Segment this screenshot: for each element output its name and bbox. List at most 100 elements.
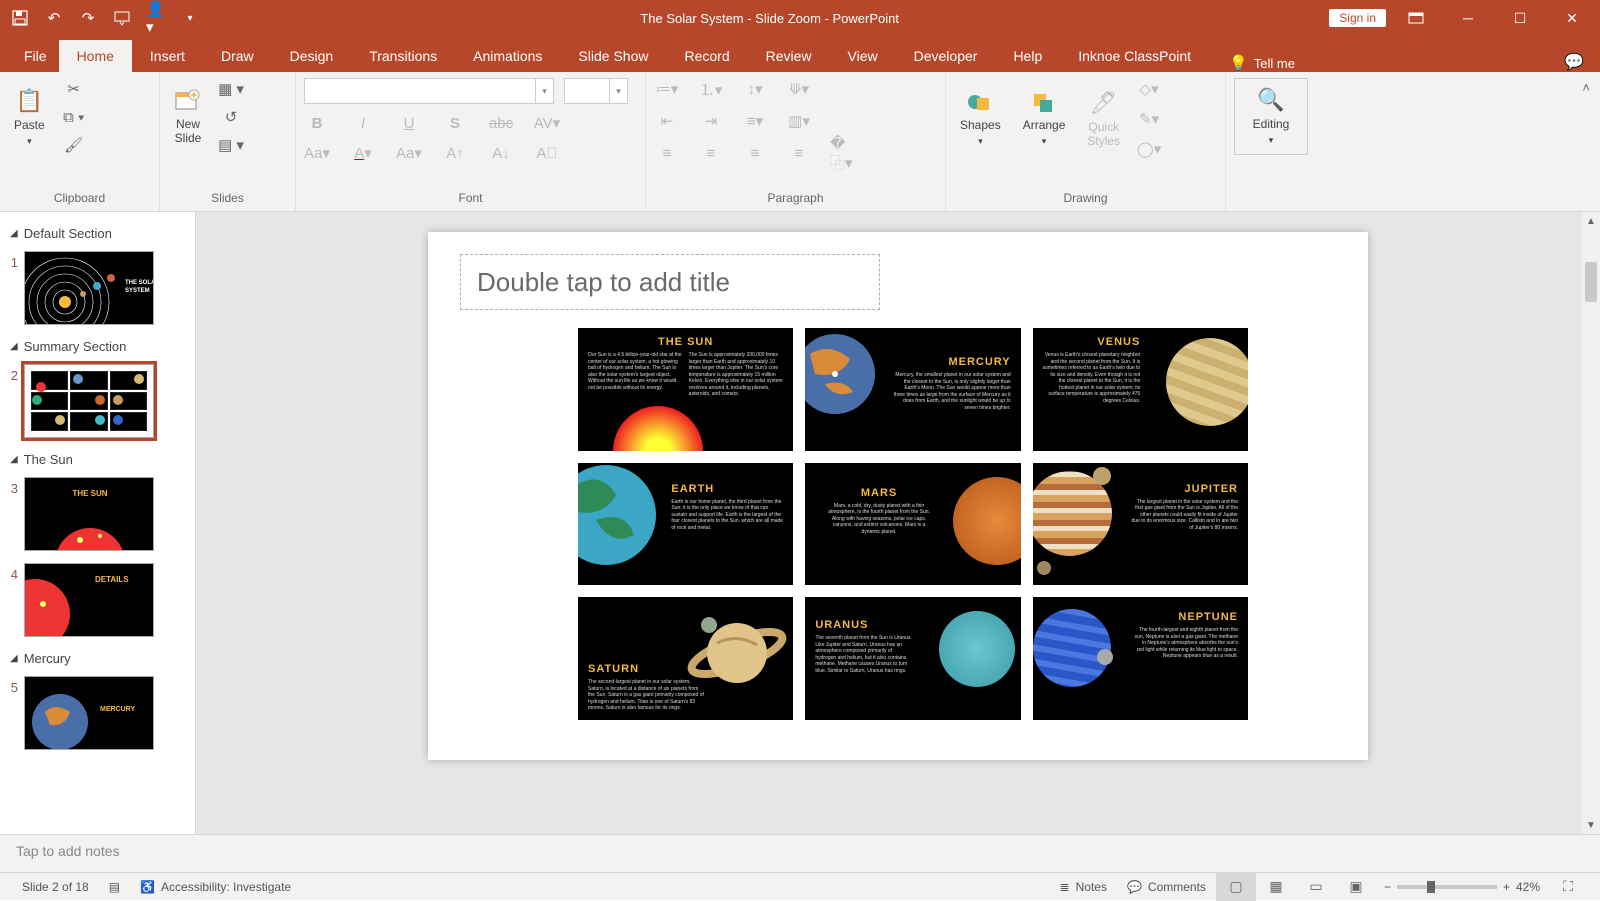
minimize-icon[interactable]: ─ bbox=[1446, 0, 1490, 36]
tab-animations[interactable]: Animations bbox=[455, 40, 560, 72]
reset-icon[interactable]: ↺ bbox=[218, 106, 244, 128]
slide-indicator[interactable]: Slide 2 of 18 bbox=[12, 880, 99, 894]
font-color-icon[interactable]: A▾ bbox=[350, 142, 376, 164]
bold-icon[interactable]: B bbox=[304, 112, 330, 134]
justify-icon[interactable]: ≡ bbox=[786, 142, 812, 164]
slide-thumbnails-pane[interactable]: ◢Default Section 1 THE SOLARSYSTEM ◢Summ… bbox=[0, 212, 196, 834]
maximize-icon[interactable]: ☐ bbox=[1498, 0, 1542, 36]
zoom-card-neptune[interactable]: NEPTUNE The fourth-largest and eighth pl… bbox=[1033, 597, 1248, 720]
copy-icon[interactable]: ⧉ ▾ bbox=[61, 106, 87, 128]
undo-icon[interactable]: ↶ bbox=[44, 8, 64, 28]
tab-review[interactable]: Review bbox=[748, 40, 830, 72]
notes-button[interactable]: ≣Notes bbox=[1050, 880, 1117, 894]
section-mercury[interactable]: ◢Mercury bbox=[0, 645, 195, 672]
align-right-icon[interactable]: ≡ bbox=[742, 142, 768, 164]
clear-format-icon[interactable]: A⃠ bbox=[534, 142, 560, 164]
quick-styles-button[interactable]: 🖊Quick Styles bbox=[1081, 86, 1126, 152]
new-slide-button[interactable]: New Slide bbox=[168, 85, 208, 149]
section-icon[interactable]: ▤ ▾ bbox=[218, 134, 244, 156]
slide-thumbnail[interactable]: THE SOLARSYSTEM bbox=[24, 251, 154, 325]
qat-more-icon[interactable]: ▾ bbox=[180, 8, 200, 28]
tell-me[interactable]: 💡Tell me bbox=[1229, 54, 1295, 72]
comments-pane-icon[interactable]: 💬 bbox=[1548, 52, 1600, 72]
font-size-input[interactable]: ▾ bbox=[564, 78, 628, 104]
chevron-down-icon[interactable]: ▾ bbox=[535, 79, 553, 103]
tab-help[interactable]: Help bbox=[995, 40, 1060, 72]
zoom-card-venus[interactable]: VENUS Venus is Earth's closest planetary… bbox=[1033, 328, 1248, 451]
thumbnail-3[interactable]: 3 THE SUN bbox=[0, 473, 195, 559]
notes-pane[interactable]: Tap to add notes bbox=[0, 834, 1600, 872]
change-case-icon[interactable]: Aa▾ bbox=[304, 142, 330, 164]
title-placeholder[interactable]: Double tap to add title bbox=[460, 254, 880, 310]
underline-icon[interactable]: U bbox=[396, 112, 422, 134]
increase-indent-icon[interactable]: ⇥ bbox=[698, 110, 724, 132]
comments-button[interactable]: 💬Comments bbox=[1117, 880, 1216, 894]
increase-font-icon[interactable]: A↑ bbox=[442, 142, 468, 164]
format-painter-icon[interactable]: 🖌 bbox=[61, 134, 87, 156]
shape-fill-icon[interactable]: ◇▾ bbox=[1136, 78, 1162, 100]
slide-thumbnail[interactable]: MERCURY bbox=[24, 676, 154, 750]
collapse-ribbon-icon[interactable]: ˄ bbox=[1582, 80, 1590, 95]
slideshow-view-button[interactable]: ▣ bbox=[1336, 873, 1376, 901]
tab-record[interactable]: Record bbox=[666, 40, 747, 72]
cut-icon[interactable]: ✂ bbox=[61, 78, 87, 100]
scroll-down-icon[interactable]: ▼ bbox=[1582, 816, 1600, 834]
arrange-button[interactable]: Arrange▾ bbox=[1017, 88, 1072, 151]
font-family-input[interactable]: ▾ bbox=[304, 78, 554, 104]
touch-mode-icon[interactable]: 👤▾ bbox=[146, 8, 166, 28]
tab-view[interactable]: View bbox=[830, 40, 896, 72]
slide-canvas-area[interactable]: Double tap to add title THE SUN Our Sun … bbox=[196, 212, 1600, 834]
paste-button[interactable]: 📋 Paste ▾ bbox=[8, 84, 51, 151]
zoom-handle[interactable] bbox=[1427, 881, 1435, 893]
columns-icon[interactable]: ▥▾ bbox=[786, 110, 812, 132]
section-sun[interactable]: ◢The Sun bbox=[0, 446, 195, 473]
numbering-icon[interactable]: ⒈▾ bbox=[698, 78, 724, 100]
vertical-scrollbar[interactable]: ▲ ▼ bbox=[1582, 212, 1600, 834]
slide-canvas[interactable]: Double tap to add title THE SUN Our Sun … bbox=[428, 232, 1368, 760]
accessibility-button[interactable]: ♿Accessibility: Investigate bbox=[130, 880, 301, 894]
zoom-level[interactable]: 42% bbox=[1516, 880, 1540, 894]
scroll-thumb[interactable] bbox=[1585, 262, 1597, 302]
tab-classpoint[interactable]: Inknoe ClassPoint bbox=[1060, 40, 1209, 72]
slide-thumbnail[interactable]: DETAILS bbox=[24, 563, 154, 637]
thumbnail-5[interactable]: 5 MERCURY bbox=[0, 672, 195, 758]
smartart-icon[interactable]: �⿻▾ bbox=[830, 142, 856, 164]
shape-outline-icon[interactable]: ✎▾ bbox=[1136, 108, 1162, 130]
layout-icon[interactable]: ▦ ▾ bbox=[218, 78, 244, 100]
text-direction-icon[interactable]: ⟱▾ bbox=[786, 78, 812, 100]
zoom-card-jupiter[interactable]: JUPITER The largest planet in the solar … bbox=[1033, 463, 1248, 586]
zoom-card-sun[interactable]: THE SUN Our Sun is a 4.5 billion-year-ol… bbox=[578, 328, 793, 451]
section-summary[interactable]: ◢Summary Section bbox=[0, 333, 195, 360]
reading-view-button[interactable]: ▭ bbox=[1296, 873, 1336, 901]
highlight-icon[interactable]: Aa▾ bbox=[396, 142, 422, 164]
notes-indicator-icon[interactable]: ▤ bbox=[99, 880, 130, 894]
scroll-up-icon[interactable]: ▲ bbox=[1582, 212, 1600, 230]
char-spacing-icon[interactable]: AV▾ bbox=[534, 112, 560, 134]
zoom-in-button[interactable]: + bbox=[1503, 880, 1510, 894]
shapes-button[interactable]: Shapes▾ bbox=[954, 88, 1007, 151]
tab-developer[interactable]: Developer bbox=[896, 40, 996, 72]
notes-placeholder[interactable]: Tap to add notes bbox=[16, 843, 120, 859]
align-center-icon[interactable]: ≡ bbox=[698, 142, 724, 164]
tab-design[interactable]: Design bbox=[272, 40, 352, 72]
fit-to-window-button[interactable]: ⛶ bbox=[1548, 873, 1588, 901]
zoom-slider[interactable] bbox=[1397, 885, 1497, 889]
decrease-font-icon[interactable]: A↓ bbox=[488, 142, 514, 164]
bullets-icon[interactable]: ≔▾ bbox=[654, 78, 680, 100]
tab-home[interactable]: Home bbox=[59, 40, 132, 72]
shape-effects-icon[interactable]: ◯▾ bbox=[1136, 138, 1162, 160]
chevron-down-icon[interactable]: ▾ bbox=[609, 79, 627, 103]
zoom-out-button[interactable]: − bbox=[1384, 880, 1391, 894]
tab-draw[interactable]: Draw bbox=[203, 40, 272, 72]
thumbnail-4[interactable]: 4 DETAILS bbox=[0, 559, 195, 645]
close-icon[interactable]: ✕ bbox=[1550, 0, 1594, 36]
editing-button[interactable]: 🔍 Editing ▾ bbox=[1234, 78, 1308, 155]
zoom-card-mars[interactable]: MARS Mars, a cold, dry, dusty planet wit… bbox=[805, 463, 1020, 586]
italic-icon[interactable]: I bbox=[350, 112, 376, 134]
save-icon[interactable] bbox=[10, 8, 30, 28]
align-left-icon[interactable]: ≡ bbox=[654, 142, 680, 164]
align-text-icon[interactable]: ≡▾ bbox=[742, 110, 768, 132]
zoom-card-mercury[interactable]: MERCURY Mercury, the smallest planet in … bbox=[805, 328, 1020, 451]
tab-file[interactable]: File bbox=[12, 40, 59, 72]
zoom-card-earth[interactable]: EARTH Earth is our home planet, the thir… bbox=[578, 463, 793, 586]
